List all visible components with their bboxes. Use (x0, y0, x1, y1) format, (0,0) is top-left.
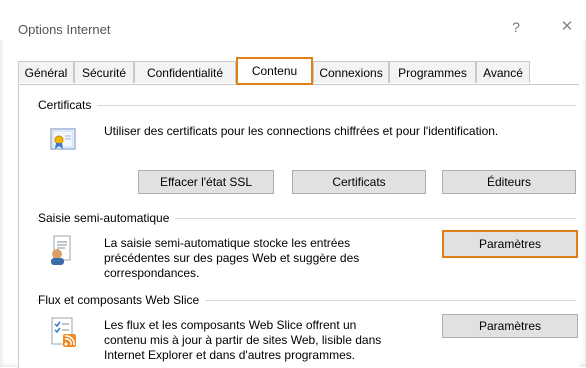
autocomplete-icon (48, 234, 74, 269)
tab-security[interactable]: Sécurité (74, 61, 134, 83)
window-title: Options Internet (18, 22, 111, 37)
internet-options-dialog: Options Internet ? ✕ Général Sécurité Co… (0, 0, 586, 368)
tab-advanced[interactable]: Avancé (476, 61, 530, 83)
feeds-description: Les flux et les composants Web Slice off… (104, 318, 434, 363)
tab-content[interactable]: Contenu (236, 57, 313, 85)
feed-icon (50, 316, 78, 351)
tab-connections[interactable]: Connexions (313, 61, 389, 83)
certificates-description: Utiliser des certificats pour les connec… (104, 124, 499, 138)
tab-strip: Général Sécurité Confidentialité Contenu… (18, 57, 578, 85)
autocomplete-heading: Saisie semi-automatique (38, 211, 176, 225)
certificates-heading: Certificats (38, 98, 98, 112)
tab-programs[interactable]: Programmes (389, 61, 476, 83)
certificates-divider (36, 105, 576, 106)
autocomplete-description-line: La saisie semi-automatique stocke les en… (104, 236, 351, 250)
close-button[interactable]: ✕ (548, 14, 586, 40)
feeds-heading: Flux et composants Web Slice (38, 293, 206, 307)
title-bar: Options Internet ? ✕ (0, 0, 586, 40)
feeds-description-line: contenu mis à jour à partir de sites Web… (104, 333, 382, 347)
certificates-button[interactable]: Certificats (292, 170, 426, 194)
clear-ssl-button[interactable]: Effacer l'état SSL (138, 170, 274, 194)
tab-privacy[interactable]: Confidentialité (134, 61, 236, 83)
feeds-settings-button[interactable]: Paramètres (442, 314, 578, 338)
help-button[interactable]: ? (498, 14, 534, 40)
autocomplete-description-line: précédentes sur des pages Web et suggère… (104, 251, 360, 265)
autocomplete-description: La saisie semi-automatique stocke les en… (104, 236, 434, 281)
certificate-icon (50, 127, 76, 154)
tab-general[interactable]: Général (18, 61, 74, 83)
autocomplete-description-line: correspondances. (104, 266, 200, 280)
autocomplete-settings-button[interactable]: Paramètres (442, 230, 578, 258)
publishers-button[interactable]: Éditeurs (442, 170, 576, 194)
feeds-description-line: Internet Explorer et dans d'autres progr… (104, 348, 356, 362)
feeds-description-line: Les flux et les composants Web Slice off… (104, 318, 357, 332)
